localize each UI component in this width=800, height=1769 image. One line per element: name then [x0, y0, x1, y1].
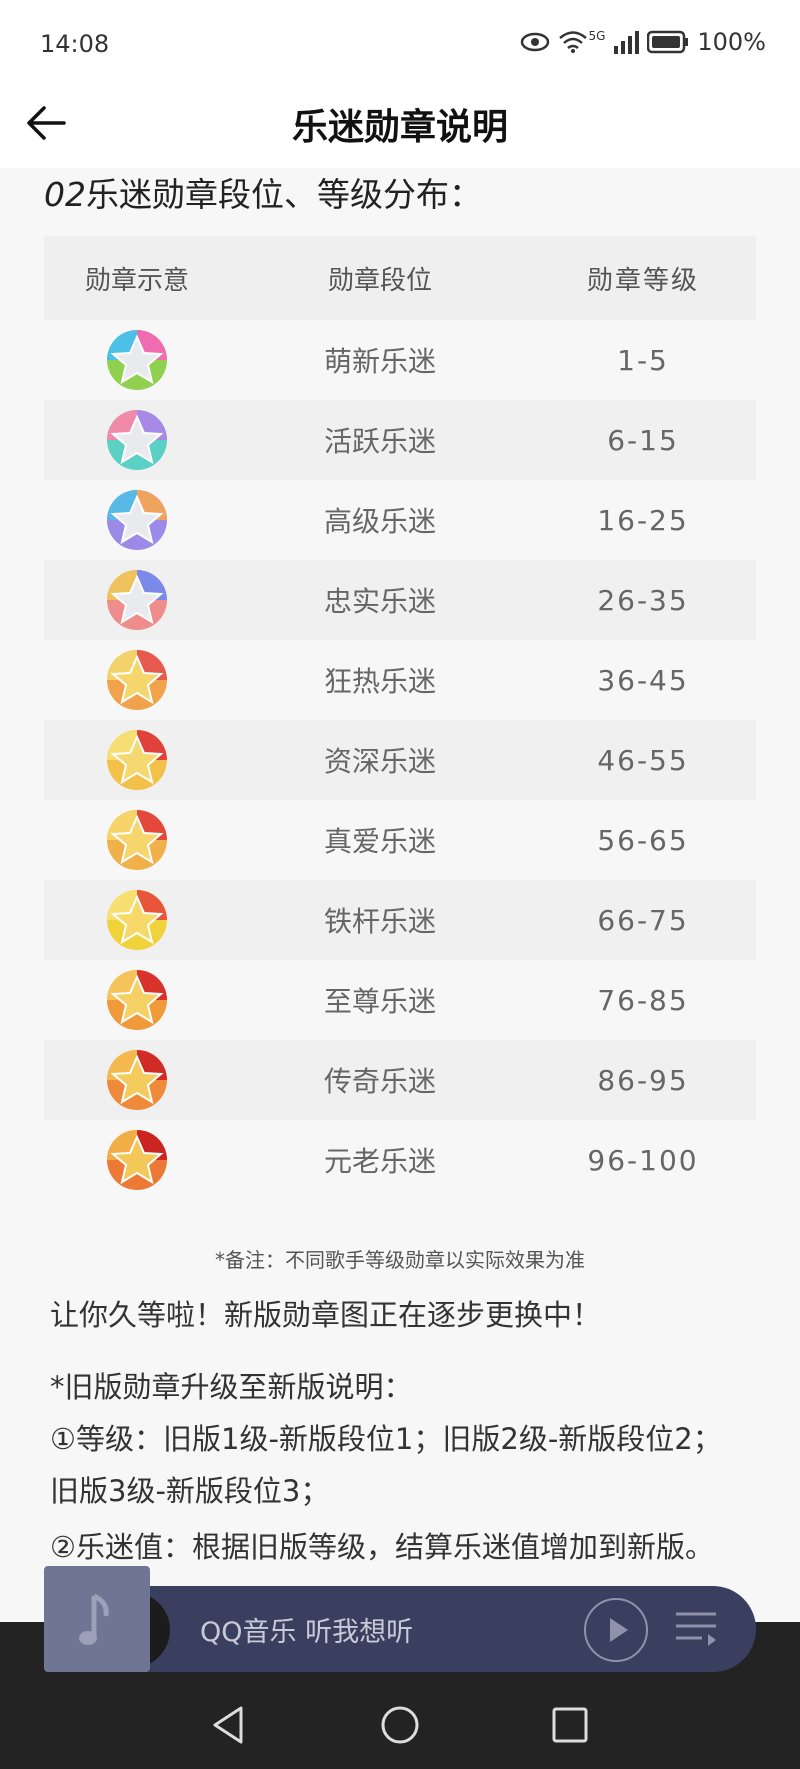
table-row: 传奇乐迷 86-95	[44, 1040, 756, 1120]
playlist-button[interactable]	[672, 1608, 720, 1650]
play-button[interactable]	[584, 1598, 648, 1662]
tier-name: 忠实乐迷	[323, 585, 436, 618]
table-header: 勋章示意 勋章段位 勋章等级	[44, 236, 756, 320]
medal-icon	[107, 890, 167, 950]
medal-cell	[44, 1125, 230, 1195]
player-track-text: QQ音乐 听我想听	[200, 1617, 414, 1648]
battery-icon	[647, 30, 689, 54]
network-type: 5G	[588, 29, 606, 43]
playlist-icon	[676, 1612, 716, 1646]
medal-icon	[107, 1130, 167, 1190]
table-row: 元老乐迷 96-100	[44, 1120, 756, 1200]
note-text: *备注：不同歌手等级勋章以实际效果为准	[215, 1248, 585, 1272]
mini-player[interactable]: QQ音乐 听我想听	[44, 1566, 756, 1672]
medal-icon	[107, 810, 167, 870]
upgrade-fan-value-rule: ②乐迷值：根据旧版等级，结算乐迷值增加到新版。	[50, 1530, 714, 1564]
tier-levels: 16-25	[597, 503, 689, 537]
section-heading: 02乐迷勋章段位、等级分布：	[44, 168, 482, 216]
header-tier: 勋章段位	[327, 265, 432, 296]
medal-cell	[44, 645, 230, 715]
signal-icon	[614, 31, 640, 54]
medal-cell	[44, 965, 230, 1035]
medal-cell	[44, 725, 230, 795]
header-level: 勋章等级	[586, 265, 699, 296]
medal-cell	[44, 885, 230, 955]
play-icon	[610, 1618, 628, 1642]
tier-name: 传奇乐迷	[323, 1065, 436, 1098]
header-medal: 勋章示意	[84, 265, 189, 296]
status-time: 14:08	[40, 30, 110, 58]
tier-levels: 46-55	[597, 743, 689, 777]
upgrade-level-rule-cont: 旧版3级-新版段位3；	[50, 1474, 330, 1508]
upgrade-level-rule: ①等级：旧版1级-新版段位1；旧版2级-新版段位2；	[50, 1422, 722, 1456]
tier-levels: 56-65	[597, 823, 689, 857]
table-row: 真爱乐迷 56-65	[44, 800, 756, 880]
medal-cell	[44, 1045, 230, 1115]
medal-table: 勋章示意 勋章段位 勋章等级 萌新乐迷 1-5 活跃乐迷 6-15 高级乐迷 16-25 忠…	[44, 236, 756, 1200]
medal-icon	[107, 970, 167, 1030]
music-note-icon	[79, 1593, 109, 1645]
nav-recents-button[interactable]	[545, 1700, 595, 1750]
nav-recents-icon	[552, 1707, 588, 1743]
tier-name: 真爱乐迷	[323, 825, 436, 858]
table-row: 忠实乐迷 26-35	[44, 560, 756, 640]
table-row: 资深乐迷 46-55	[44, 720, 756, 800]
eye-icon	[521, 32, 550, 52]
medal-icon	[107, 490, 167, 550]
medal-icon	[107, 570, 167, 630]
section-title: 乐迷勋章段位、等级分布：	[86, 175, 482, 214]
upgrade-heading: *旧版勋章升级至新版说明：	[50, 1370, 413, 1404]
tier-levels: 6-15	[607, 423, 679, 457]
tier-levels: 1-5	[617, 343, 669, 377]
navigation-bar: 乐迷勋章说明	[0, 88, 800, 168]
tier-name: 至尊乐迷	[323, 985, 436, 1018]
tier-name: 资深乐迷	[323, 745, 436, 778]
nav-home-icon	[381, 1706, 419, 1744]
battery-level: 100%	[697, 28, 766, 56]
medal-icon	[107, 330, 167, 390]
status-bar: 14:08 5G 100%	[0, 0, 800, 88]
medal-cell	[44, 565, 230, 635]
tier-name: 铁杆乐迷	[323, 905, 436, 938]
section-number: 02	[44, 175, 86, 214]
medal-icon	[107, 1050, 167, 1110]
tier-levels: 26-35	[597, 583, 689, 617]
page-title: 乐迷勋章说明	[291, 107, 508, 148]
status-icons: 5G 100%	[520, 28, 766, 56]
tier-levels: 36-45	[597, 663, 689, 697]
medal-icon	[107, 650, 167, 710]
table-row: 狂热乐迷 36-45	[44, 640, 756, 720]
tier-levels: 76-85	[597, 983, 689, 1017]
tier-name: 狂热乐迷	[323, 665, 436, 698]
table-row: 高级乐迷 16-25	[44, 480, 756, 560]
tier-name: 活跃乐迷	[323, 425, 436, 458]
table-row: 活跃乐迷 6-15	[44, 400, 756, 480]
nav-back-button[interactable]	[205, 1700, 255, 1750]
nav-back-icon	[213, 1706, 243, 1744]
tier-levels: 66-75	[597, 903, 689, 937]
album-cover[interactable]	[44, 1566, 150, 1672]
tier-name: 萌新乐迷	[323, 345, 436, 378]
medal-icon	[107, 730, 167, 790]
table-row: 萌新乐迷 1-5	[44, 320, 756, 400]
nav-home-button[interactable]	[375, 1700, 425, 1750]
tier-levels: 96-100	[587, 1143, 699, 1177]
medal-cell	[44, 485, 230, 555]
table-row: 至尊乐迷 76-85	[44, 960, 756, 1040]
table-row: 铁杆乐迷 66-75	[44, 880, 756, 960]
tier-levels: 86-95	[597, 1063, 689, 1097]
update-notice: 让你久等啦！新版勋章图正在逐步更换中！	[50, 1298, 602, 1332]
tier-name: 高级乐迷	[323, 505, 436, 538]
medal-cell	[44, 805, 230, 875]
wifi-icon	[559, 31, 588, 53]
tier-name: 元老乐迷	[323, 1145, 436, 1178]
medal-icon	[107, 410, 167, 470]
medal-cell	[44, 325, 230, 395]
medal-cell	[44, 405, 230, 475]
